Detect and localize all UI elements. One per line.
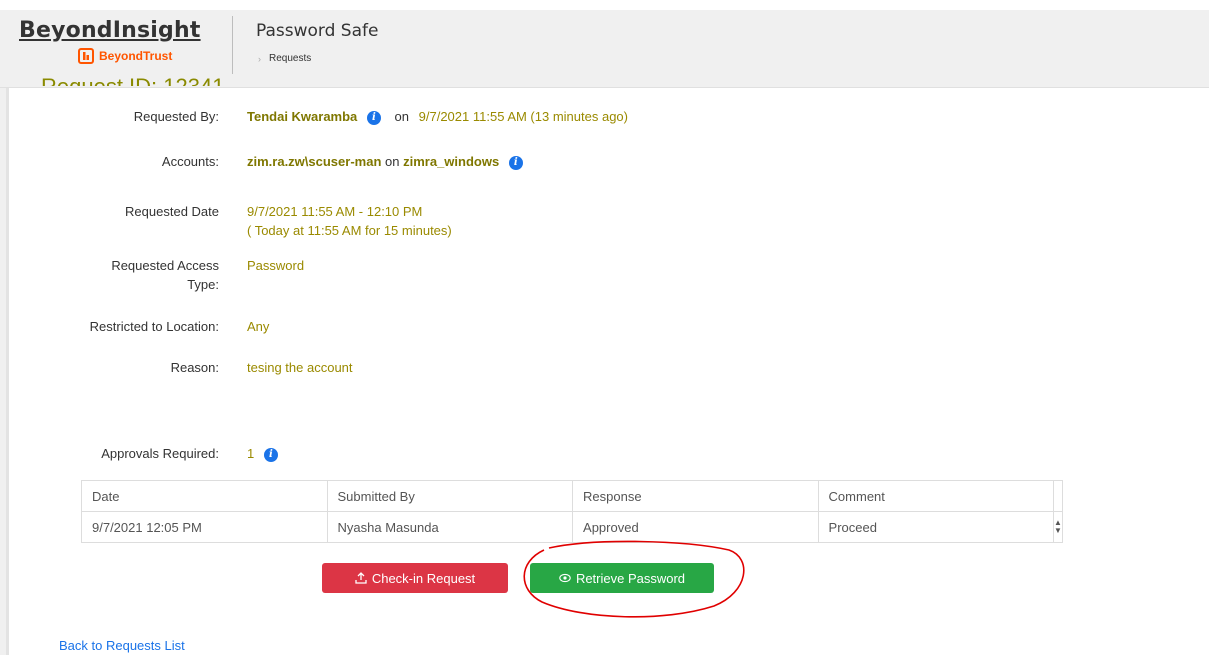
cell-comment: Proceed <box>817 511 1054 543</box>
column-header-submitted-by[interactable]: Submitted By <box>326 480 574 512</box>
request-title: Request ID: 12341 <box>41 76 224 86</box>
reason-value: tesing the account <box>247 360 353 375</box>
location-value: Any <box>247 319 270 334</box>
eye-icon <box>559 573 571 583</box>
table-header-row: Date Submitted By Response Comment <box>81 480 1064 512</box>
brand-title[interactable]: BeyondInsight <box>19 18 219 43</box>
retrieve-password-button[interactable]: Retrieve Password <box>530 563 714 593</box>
column-header-date[interactable]: Date <box>81 480 328 512</box>
table-scrollbar[interactable]: ▲ ▼ <box>1052 511 1064 543</box>
back-to-requests-link[interactable]: Back to Requests List <box>59 638 185 653</box>
column-header-response[interactable]: Response <box>572 480 819 512</box>
cell-date: 9/7/2021 12:05 PM <box>81 511 328 543</box>
accounts-on-word: on <box>385 154 400 169</box>
access-type-label-line1: Requested Access <box>111 258 219 273</box>
requested-datetime: 9/7/2021 11:55 AM (13 minutes ago) <box>418 109 628 124</box>
requested-by-label: Requested By: <box>133 109 219 124</box>
account-name[interactable]: zim.ra.zw\scuser-man <box>247 154 381 169</box>
brand-sub: BeyondTrust <box>78 48 172 64</box>
requested-by-value: Tendai Kwaramba i on 9/7/2021 11:55 AM (… <box>247 109 628 125</box>
brand-sub-text: BeyondTrust <box>99 49 173 63</box>
cell-submitted-by: Nyasha Masunda <box>326 511 574 543</box>
retrieve-password-label: Retrieve Password <box>575 570 686 586</box>
reason-label: Reason: <box>170 360 219 375</box>
breadcrumb: › Requests <box>258 53 311 64</box>
app-title: Password Safe <box>256 21 379 41</box>
upload-icon <box>355 572 367 584</box>
chevron-down-icon[interactable]: ▼ <box>1054 527 1062 535</box>
header-divider <box>232 16 233 74</box>
breadcrumb-requests[interactable]: Requests <box>269 53 311 64</box>
requested-date-label: Requested Date <box>125 204 219 219</box>
approvals-count: 1 <box>247 446 255 461</box>
info-icon[interactable]: i <box>508 155 523 170</box>
check-in-request-button[interactable]: Check-in Request <box>322 563 508 593</box>
requester-name[interactable]: Tendai Kwaramba <box>247 109 357 124</box>
approvals-required-label: Approvals Required: <box>101 446 219 461</box>
cell-response: Approved <box>572 511 819 543</box>
request-details-panel: Request ID: 12341 Requested By: Tendai K… <box>6 76 1209 655</box>
brand: BeyondInsight <box>19 18 219 43</box>
table-row: 9/7/2021 12:05 PM Nyasha Masunda Approve… <box>81 511 1064 543</box>
info-icon[interactable]: i <box>366 110 381 125</box>
requested-date-range: 9/7/2021 11:55 AM - 12:10 PM <box>247 204 423 219</box>
chevron-right-icon: › <box>258 53 261 64</box>
beyondtrust-logo-icon <box>78 48 94 64</box>
location-label: Restricted to Location: <box>89 319 219 334</box>
approvals-required-value: 1 i <box>247 446 278 462</box>
check-in-request-label: Check-in Request <box>371 570 476 586</box>
on-word: on <box>394 109 410 124</box>
system-name[interactable]: zimra_windows <box>403 154 499 169</box>
accounts-value: zim.ra.zw\scuser-man on zimra_windows i <box>247 154 523 170</box>
column-header-comment[interactable]: Comment <box>817 480 1054 512</box>
requested-date-detail: ( Today at 11:55 AM for 15 minutes) <box>247 223 452 238</box>
access-type-value: Password <box>247 258 305 273</box>
accounts-label: Accounts: <box>161 154 219 169</box>
info-icon[interactable]: i <box>263 447 278 462</box>
approvals-table: Date Submitted By Response Comment 9/7/2… <box>81 480 1064 543</box>
scroll-column <box>1052 480 1064 512</box>
access-type-label-line2: Type: <box>187 277 219 292</box>
